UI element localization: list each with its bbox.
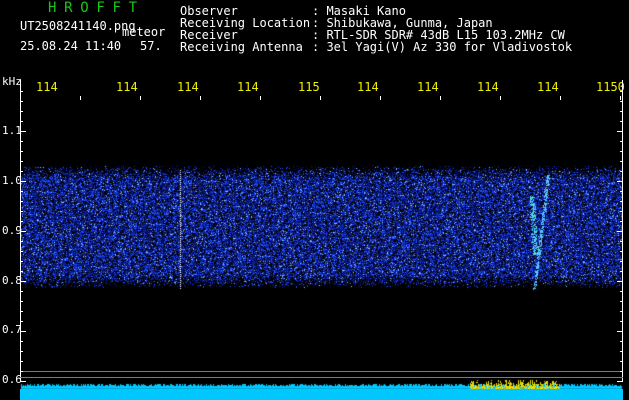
y-minor-tick — [20, 311, 23, 312]
y-tick-mark — [617, 231, 623, 232]
y-minor-tick — [620, 171, 623, 172]
y-tick-label: 0.6 — [2, 373, 22, 386]
y-minor-tick — [620, 191, 623, 192]
y-tick-mark — [20, 181, 26, 182]
y-minor-tick — [620, 211, 623, 212]
antenna-label: Receiving Antenna — [180, 40, 303, 54]
y-tick-label: 0.9 — [2, 224, 22, 237]
x-tick-label: 114 — [417, 80, 439, 94]
y-tick-mark — [617, 181, 623, 182]
y-minor-tick — [20, 341, 23, 342]
x-tick-mark — [560, 96, 561, 100]
y-minor-tick — [20, 171, 23, 172]
y-minor-tick — [20, 121, 23, 122]
datetime: 25.08.24 11:40 — [20, 39, 122, 53]
y-minor-tick — [620, 291, 623, 292]
y-minor-tick — [20, 211, 23, 212]
y-tick-mark — [617, 381, 623, 382]
y-tick-label: 1.0 — [2, 174, 22, 187]
y-tick-mark — [617, 331, 623, 332]
count-label: 57. — [140, 39, 162, 53]
y-minor-tick — [20, 321, 23, 322]
y-axis-unit: kHz — [2, 75, 22, 88]
y-minor-tick — [20, 301, 23, 302]
y-tick-mark — [20, 231, 26, 232]
y-minor-tick — [620, 111, 623, 112]
y-tick-label: 1.1 — [2, 124, 22, 137]
y-minor-tick — [20, 371, 23, 372]
x-tick-mark — [320, 96, 321, 100]
y-minor-tick — [620, 151, 623, 152]
x-tick-mark — [80, 96, 81, 100]
y-minor-tick — [620, 141, 623, 142]
y-minor-tick — [20, 261, 23, 262]
y-minor-tick — [20, 251, 23, 252]
y-minor-tick — [620, 201, 623, 202]
x-tick-mark — [440, 96, 441, 100]
y-minor-tick — [620, 241, 623, 242]
y-minor-tick — [20, 111, 23, 112]
baseline-lower — [20, 377, 623, 378]
y-minor-tick — [20, 201, 23, 202]
mode-label: meteor — [122, 25, 166, 39]
x-tick-label: 114 — [116, 80, 138, 94]
y-minor-tick — [620, 271, 623, 272]
spectrogram — [0, 0, 629, 400]
noise-level-strip — [20, 389, 623, 400]
y-tick-mark — [20, 331, 26, 332]
y-minor-tick — [620, 311, 623, 312]
y-minor-tick — [620, 101, 623, 102]
y-minor-tick — [620, 261, 623, 262]
baseline-upper — [20, 371, 623, 372]
y-minor-tick — [20, 191, 23, 192]
y-minor-tick — [20, 161, 23, 162]
y-minor-tick — [20, 151, 23, 152]
y-tick-mark — [20, 281, 26, 282]
y-tick-label: 0.8 — [2, 274, 22, 287]
x-tick-mark — [620, 96, 621, 100]
y-tick-mark — [617, 281, 623, 282]
y-minor-tick — [20, 141, 23, 142]
y-minor-tick — [20, 351, 23, 352]
x-tick-label: 114 — [537, 80, 559, 94]
y-tick-mark — [617, 131, 623, 132]
y-minor-tick — [620, 361, 623, 362]
y-tick-label: 0.7 — [2, 323, 22, 336]
x-tick-label: 114 — [177, 80, 199, 94]
y-minor-tick — [620, 301, 623, 302]
x-tick-mark — [200, 96, 201, 100]
x-tick-mark — [260, 96, 261, 100]
y-minor-tick — [620, 321, 623, 322]
y-minor-tick — [620, 251, 623, 252]
antenna-value: : 3el Yagi(V) Az 330 for Vladivostok — [312, 40, 573, 54]
y-minor-tick — [620, 121, 623, 122]
x-tick-mark — [20, 96, 21, 100]
y-minor-tick — [20, 271, 23, 272]
y-minor-tick — [20, 101, 23, 102]
y-minor-tick — [20, 221, 23, 222]
y-minor-tick — [20, 361, 23, 362]
y-minor-tick — [20, 241, 23, 242]
y-minor-tick — [620, 341, 623, 342]
file-name: UT2508241140.png — [20, 19, 136, 33]
y-minor-tick — [620, 371, 623, 372]
x-tick-label: 114 — [237, 80, 259, 94]
y-tick-mark — [20, 381, 26, 382]
x-tick-label: 115 — [298, 80, 320, 94]
y-minor-tick — [620, 91, 623, 92]
x-tick-label: 114 — [357, 80, 379, 94]
x-tick-mark — [380, 96, 381, 100]
app-name: HROFFT — [48, 0, 145, 16]
y-minor-tick — [620, 221, 623, 222]
x-tick-label: 114 — [36, 80, 58, 94]
y-minor-tick — [620, 351, 623, 352]
y-minor-tick — [20, 91, 23, 92]
y-minor-tick — [620, 161, 623, 162]
x-tick-mark — [140, 96, 141, 100]
y-minor-tick — [20, 291, 23, 292]
y-tick-mark — [20, 131, 26, 132]
x-tick-label: 114 — [477, 80, 499, 94]
x-tick-mark — [500, 96, 501, 100]
